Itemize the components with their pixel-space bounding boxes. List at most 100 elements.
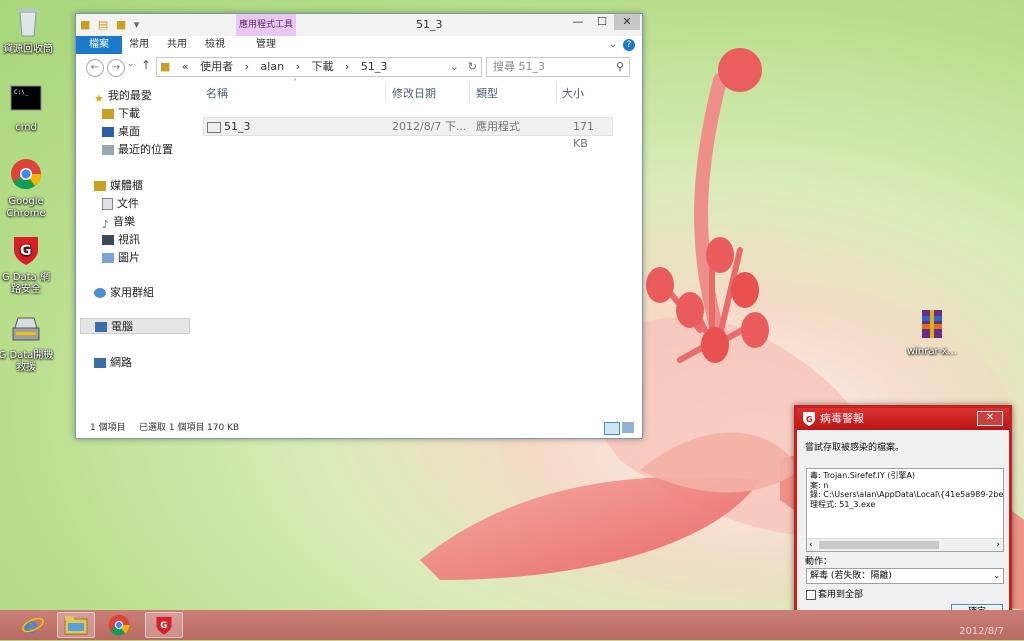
winrar-icon	[922, 310, 942, 338]
file-size: 171 KB	[573, 120, 594, 150]
large-icons-view-button[interactable]	[622, 422, 634, 433]
scroll-left-icon[interactable]: ‹	[809, 539, 813, 551]
breadcrumb-item[interactable]: alan	[261, 60, 285, 73]
column-divider[interactable]	[385, 82, 386, 102]
desktop-icon	[102, 127, 114, 137]
column-header-size[interactable]: 大小	[562, 85, 584, 101]
action-select[interactable]: 解毒 (若失敗：隔離) ⌄	[806, 568, 1004, 584]
search-placeholder: 搜尋 51_3	[493, 60, 545, 73]
alert-title-bar[interactable]: G 病毒警報 ✕	[797, 408, 1009, 430]
infection-details-box[interactable]: 毒: Trojan.Sirefef.IY (引擎A) 案: n 錄: C:\Us…	[806, 468, 1004, 552]
column-divider[interactable]	[469, 82, 470, 102]
search-box[interactable]: 搜尋 51_3 ⚲	[486, 57, 630, 77]
maximize-button[interactable]: ☐	[590, 14, 614, 30]
breadcrumb-separator[interactable]: ›	[296, 60, 300, 73]
address-bar[interactable]: ■ « 使用者 › alan › 下載 › 51_3 ⌄ ↻	[156, 57, 482, 77]
breadcrumb-item[interactable]: 51_3	[361, 60, 388, 73]
nav-item-videos[interactable]: 視訊	[102, 232, 140, 248]
desktop-icon-winrar[interactable]: winrar-x...	[904, 308, 960, 358]
taskbar-explorer-button[interactable]	[57, 612, 95, 638]
cmd-icon: C:\_	[10, 85, 42, 111]
ribbon-collapse-icon[interactable]: ⌄	[606, 36, 620, 54]
column-header-date[interactable]: 修改日期	[392, 85, 436, 101]
sort-ascending-icon: ˄	[293, 78, 297, 87]
file-list: 名稱 ˄ 修改日期 類型 大小 51_3 2012/8/7 下... 應用程式 …	[198, 78, 638, 412]
address-dropdown-icon[interactable]: ⌄	[450, 58, 459, 76]
recent-locations-dropdown[interactable]: ⌄	[127, 59, 135, 69]
tab-home[interactable]: 常用	[122, 36, 156, 54]
tab-file[interactable]: 檔案	[76, 36, 122, 54]
nav-item-libraries[interactable]: 媒體櫃	[94, 178, 143, 194]
help-icon[interactable]: ?	[623, 39, 635, 51]
breadcrumb-separator[interactable]: ›	[345, 60, 349, 73]
nav-item-network[interactable]: 網路	[94, 355, 132, 371]
breadcrumb-item[interactable]: 下載	[311, 60, 333, 73]
alert-close-button[interactable]: ✕	[977, 411, 1003, 426]
properties-icon[interactable]: ▤	[98, 18, 110, 31]
desktop-icon-label: winrar-x...	[906, 346, 958, 357]
music-icon: ♪	[102, 218, 110, 231]
breadcrumb-item[interactable]: «	[182, 60, 189, 73]
details-view-button[interactable]	[604, 422, 620, 435]
checkbox-box[interactable]	[806, 589, 816, 600]
taskbar-gdata-button[interactable]: G	[145, 612, 183, 638]
nav-item-label: 最近的位置	[118, 143, 173, 156]
tab-manage[interactable]: 管理	[236, 36, 296, 54]
column-header-type[interactable]: 類型	[476, 85, 498, 101]
file-type: 應用程式	[476, 120, 520, 133]
desktop-icon-label: cmd	[15, 122, 37, 133]
forward-button[interactable]: →	[107, 59, 125, 77]
taskbar-clock-date[interactable]: 2012/8/7	[959, 626, 1004, 637]
context-tab-label: 應用程式工具	[236, 14, 296, 38]
new-folder-icon[interactable]: ■	[116, 18, 128, 31]
back-button[interactable]: ←	[86, 59, 104, 77]
navigation-pane: ★ 我的最愛 下載 桌面 最近的位置 媒體櫃 文件 ♪ 音樂 視訊 圖片 家用群組 …	[76, 82, 194, 418]
scroll-right-icon[interactable]: ›	[996, 539, 1000, 551]
scroll-thumb[interactable]	[819, 541, 939, 549]
close-button[interactable]: ✕	[614, 14, 640, 30]
up-button[interactable]: ↑	[141, 58, 151, 72]
virus-alert-dialog[interactable]: G 病毒警報 ✕ 嘗試存取被感染的檔案。 毒: Trojan.Sirefef.I…	[794, 405, 1012, 629]
libraries-icon	[94, 181, 106, 191]
file-explorer-window[interactable]: ■ ▤ ■ ▾ 應用程式工具 51_3 — ☐ ✕ 檔案 常用 共用 檢視 管理…	[75, 13, 643, 439]
horizontal-scrollbar[interactable]: ‹ ›	[807, 538, 1003, 551]
nav-item-desktop[interactable]: 桌面	[102, 124, 140, 140]
taskbar-chrome-button[interactable]	[101, 612, 139, 638]
nav-item-favorites[interactable]: ★ 我的最愛	[94, 88, 152, 105]
nav-item-downloads[interactable]: 下載	[102, 106, 140, 122]
ribbon-tabs: 檔案 常用 共用 檢視 管理 ⌄ ?	[76, 36, 642, 55]
desktop-icon-recycle-bin[interactable]: 資源回收筒	[0, 6, 56, 56]
taskbar-ie-button[interactable]: e	[14, 612, 52, 639]
computer-icon	[95, 322, 107, 332]
nav-item-computer[interactable]: 電腦	[80, 318, 190, 334]
quick-access-dropdown[interactable]: ▾	[134, 18, 142, 31]
desktop-icon-gdata-boot[interactable]: G Data開機救援	[0, 312, 54, 374]
search-icon[interactable]: ⚲	[616, 58, 624, 76]
action-select-value: 解毒 (若失敗：隔離)	[810, 571, 892, 581]
chrome-icon	[11, 159, 41, 190]
column-header-name[interactable]: 名稱	[206, 85, 228, 101]
file-name: 51_3	[224, 120, 251, 133]
column-divider[interactable]	[556, 82, 557, 102]
tab-share[interactable]: 共用	[160, 36, 194, 54]
apply-all-checkbox[interactable]: 套用到全部	[806, 587, 863, 600]
desktop-icon-chrome[interactable]: Google Chrome	[0, 158, 54, 220]
breadcrumb-separator[interactable]: ›	[245, 60, 249, 73]
tab-view[interactable]: 檢視	[198, 36, 232, 54]
chevron-down-icon: ⌄	[993, 571, 1000, 580]
minimize-button[interactable]: —	[566, 14, 590, 30]
nav-item-recent[interactable]: 最近的位置	[102, 142, 173, 158]
application-icon	[207, 122, 221, 133]
nav-item-pictures[interactable]: 圖片	[102, 250, 140, 266]
quick-access-toolbar[interactable]: ■ ▤ ■ ▾	[80, 18, 141, 31]
file-date: 2012/8/7 下...	[392, 120, 467, 133]
nav-item-documents[interactable]: 文件	[102, 196, 139, 212]
desktop-icon-gdata[interactable]: G G Data 網路安全	[0, 234, 54, 296]
title-bar[interactable]: ■ ▤ ■ ▾ 應用程式工具 51_3 — ☐ ✕	[76, 14, 642, 38]
file-row[interactable]: 51_3 2012/8/7 下... 應用程式 171 KB	[203, 117, 613, 150]
desktop-icon-cmd[interactable]: C:\_ cmd	[0, 84, 54, 134]
refresh-button[interactable]: ↻	[468, 58, 477, 76]
breadcrumb-item[interactable]: 使用者	[200, 60, 233, 73]
nav-item-homegroup[interactable]: 家用群組	[94, 285, 154, 301]
nav-item-music[interactable]: ♪ 音樂	[102, 214, 135, 231]
